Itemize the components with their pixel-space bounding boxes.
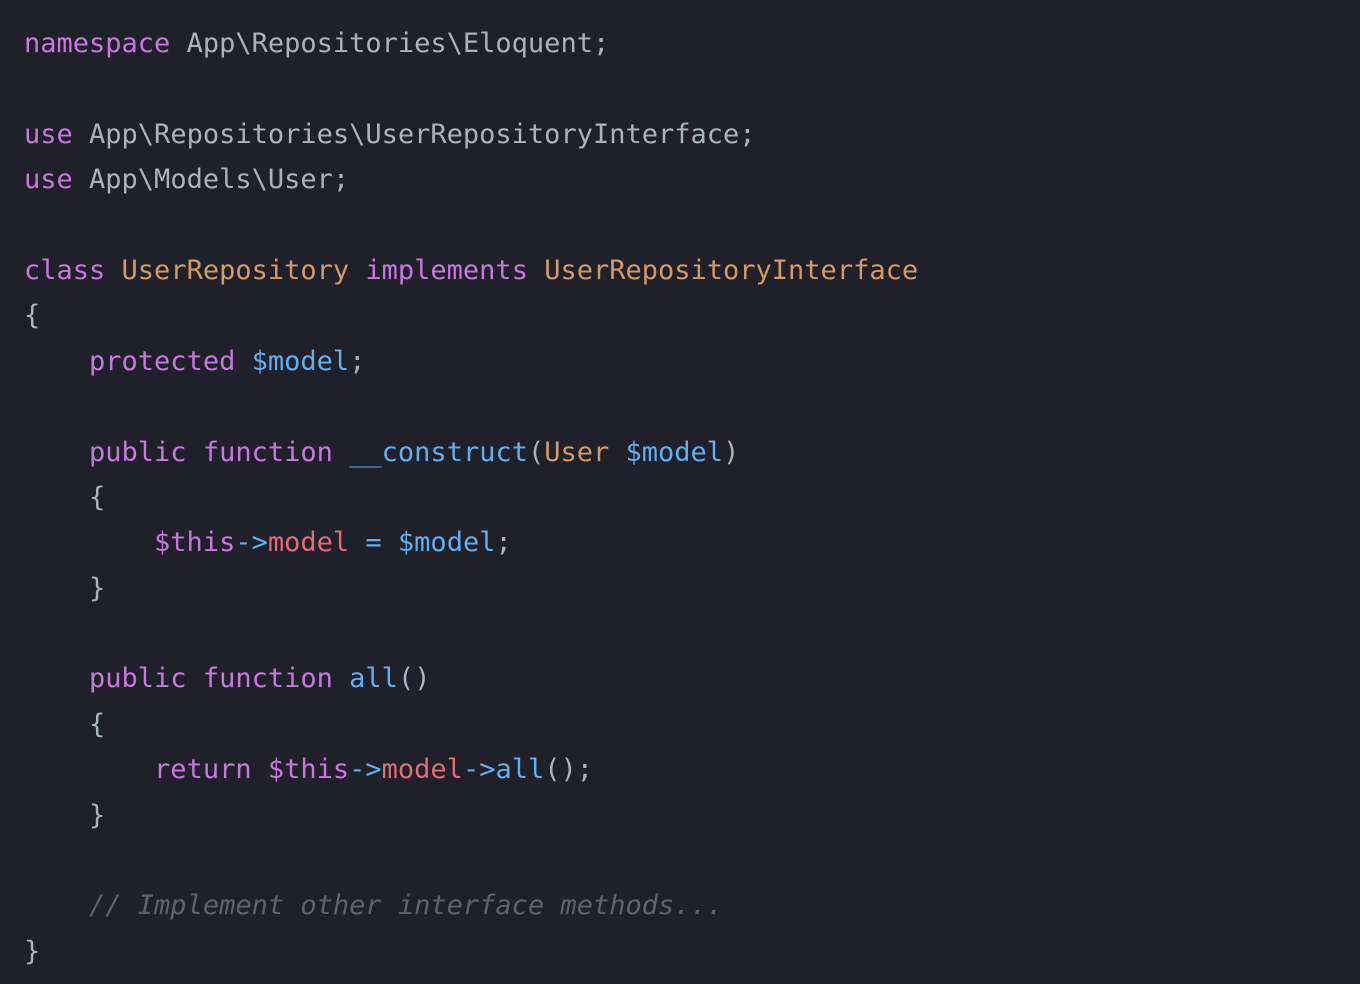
text-token: )	[723, 436, 740, 468]
code-line: // Implement other interface methods...	[24, 883, 1344, 928]
operator-token: ->	[235, 527, 268, 559]
keyword-token: public	[89, 436, 187, 468]
code-line: public function __construct(User $model)	[24, 430, 1344, 475]
keyword-token: class	[24, 254, 106, 286]
code-line: {	[24, 475, 1344, 520]
text-token: ;	[495, 527, 512, 559]
keyword-token: use	[24, 164, 73, 196]
function-name-token: __construct	[349, 436, 528, 468]
keyword-token: function	[202, 436, 333, 468]
code-line: namespace App\Repositories\Eloquent;	[24, 21, 1344, 66]
text-token: {	[24, 481, 106, 513]
keyword-token: function	[202, 663, 333, 695]
keyword-token: use	[24, 118, 73, 150]
code-line: {	[24, 293, 1344, 338]
code-line: $this->model = $model;	[24, 520, 1344, 565]
property-token: model	[267, 527, 350, 559]
operator-token: ->	[462, 754, 496, 786]
code-line: public function all()	[24, 656, 1344, 701]
text-token: }	[24, 572, 106, 604]
text-token: ;	[349, 345, 366, 377]
class-name-token: UserRepositoryInterface	[544, 254, 919, 286]
code-line: protected $model;	[24, 339, 1344, 384]
code-line: return $this->model->all();	[24, 747, 1344, 792]
operator-token: ->	[349, 754, 382, 786]
code-line: use App\Repositories\UserRepositoryInter…	[24, 112, 1344, 157]
text-token: }	[24, 799, 106, 831]
variable-token: $model	[251, 345, 350, 377]
class-name-token: UserRepository	[121, 254, 350, 286]
text-token: App\Repositories\Eloquent;	[170, 28, 610, 59]
code-line: }	[24, 929, 1344, 974]
comment-token: // Implement other interface methods...	[89, 890, 723, 922]
class-name-token: User	[544, 436, 610, 468]
property-token: model	[381, 754, 463, 786]
code-line: }	[24, 793, 1344, 838]
text-token: ();	[544, 754, 594, 786]
text-token: App\Repositories\UserRepositoryInterface…	[72, 118, 756, 150]
text-token: App\Models\User;	[72, 164, 350, 196]
function-name-token: all	[349, 663, 398, 695]
keyword-token: return	[154, 754, 252, 786]
keyword-token: protected	[89, 345, 236, 377]
keyword-token: namespace	[24, 28, 171, 59]
code-line: {	[24, 702, 1344, 747]
text-token: (	[527, 436, 545, 468]
variable-token: $model	[625, 436, 724, 468]
text-token: ()	[397, 663, 431, 695]
keyword-token: implements	[365, 254, 528, 286]
text-token: }	[24, 935, 41, 967]
code-line: }	[24, 566, 1344, 611]
function-name-token: all	[495, 754, 545, 786]
this-keyword-token: $this	[267, 754, 350, 786]
keyword-token: public	[89, 663, 187, 695]
code-line: use App\Models\User;	[24, 157, 1344, 202]
code-view[interactable]: namespace App\Repositories\Eloquent; use …	[24, 21, 1344, 974]
variable-token: $model	[397, 527, 496, 559]
text-token: {	[24, 300, 41, 332]
this-keyword-token: $this	[154, 527, 236, 559]
text-token: {	[24, 708, 106, 740]
code-line: class UserRepository implements UserRepo…	[24, 248, 1344, 293]
operator-token: =	[365, 527, 382, 559]
